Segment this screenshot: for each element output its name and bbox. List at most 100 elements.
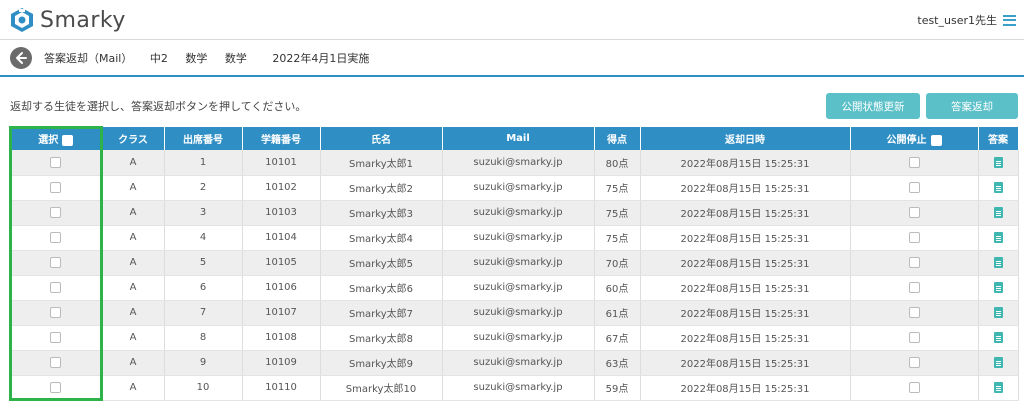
hide-checkbox[interactable] — [908, 381, 920, 393]
hide-cell — [850, 150, 979, 176]
header-returned: 返却日時 — [640, 127, 851, 150]
select-checkbox[interactable] — [50, 156, 62, 168]
hide-checkbox[interactable] — [908, 331, 920, 343]
subject-sub-label: 数学 — [224, 52, 247, 65]
table-row: A 1 10101 Smarky太郎1 suzuki@smarky.jp 80点 2022年… — [10, 150, 1019, 176]
select-checkbox[interactable] — [50, 281, 62, 293]
returned-cell: 2022年08月15日 15:25:31 — [640, 150, 851, 176]
update-status-button[interactable]: 公開状態更新 — [826, 93, 920, 119]
document-icon[interactable] — [993, 356, 1003, 368]
table-row: A 4 10104 Smarky太郎4 suzuki@smarky.jp 75点 2022年… — [10, 225, 1019, 251]
name-cell: Smarky太郎3 — [320, 200, 443, 226]
return-answers-button[interactable]: 答案返却 — [926, 93, 1018, 119]
attendance-cell: 5 — [164, 250, 243, 276]
student-id-cell: 10106 — [242, 275, 321, 301]
hamburger-icon[interactable] — [1003, 14, 1016, 26]
app-logo[interactable]: Smarky — [8, 6, 126, 34]
select-cell — [10, 250, 103, 276]
student-id-cell: 10110 — [242, 375, 321, 401]
document-icon[interactable] — [993, 231, 1003, 243]
select-checkbox[interactable] — [50, 381, 62, 393]
student-id-cell: 10103 — [242, 200, 321, 226]
mail-cell: suzuki@smarky.jp — [442, 350, 595, 376]
score-cell: 61点 — [594, 300, 641, 326]
hide-checkbox[interactable] — [908, 356, 920, 368]
document-icon[interactable] — [993, 306, 1003, 318]
student-id-cell: 10107 — [242, 300, 321, 326]
attendance-cell: 4 — [164, 225, 243, 251]
select-checkbox[interactable] — [50, 356, 62, 368]
class-cell: A — [102, 300, 165, 326]
hide-all-checkbox[interactable] — [930, 134, 942, 146]
header-class: クラス — [102, 127, 165, 150]
header-name: 氏名 — [320, 127, 443, 150]
document-icon[interactable] — [993, 331, 1003, 343]
select-checkbox[interactable] — [50, 256, 62, 268]
student-id-cell: 10108 — [242, 325, 321, 351]
attendance-cell: 1 — [164, 150, 243, 176]
table-row: A 7 10107 Smarky太郎7 suzuki@smarky.jp 61点 2022年… — [10, 300, 1019, 326]
name-cell: Smarky太郎10 — [320, 375, 443, 401]
select-cell — [10, 175, 103, 201]
header-answer: 答案 — [978, 127, 1019, 150]
hide-checkbox[interactable] — [908, 256, 920, 268]
user-menu[interactable]: test_user1先生 — [917, 12, 1016, 28]
class-cell: A — [102, 175, 165, 201]
select-checkbox[interactable] — [50, 306, 62, 318]
name-cell: Smarky太郎6 — [320, 275, 443, 301]
score-cell: 63点 — [594, 350, 641, 376]
returned-cell: 2022年08月15日 15:25:31 — [640, 325, 851, 351]
answer-cell — [978, 175, 1019, 201]
document-icon[interactable] — [993, 256, 1003, 268]
document-icon[interactable] — [993, 156, 1003, 168]
returned-cell: 2022年08月15日 15:25:31 — [640, 275, 851, 301]
header-mail: Mail — [442, 127, 595, 150]
table-row: A 2 10102 Smarky太郎2 suzuki@smarky.jp 75点 2022年… — [10, 175, 1019, 201]
answer-cell — [978, 225, 1019, 251]
back-button[interactable] — [10, 47, 32, 69]
hide-checkbox[interactable] — [908, 156, 920, 168]
select-checkbox[interactable] — [50, 181, 62, 193]
header-score: 得点 — [594, 127, 641, 150]
score-cell: 59点 — [594, 375, 641, 401]
score-cell: 60点 — [594, 275, 641, 301]
select-cell — [10, 225, 103, 251]
score-cell: 75点 — [594, 225, 641, 251]
select-cell — [10, 375, 103, 401]
select-checkbox[interactable] — [50, 206, 62, 218]
name-cell: Smarky太郎4 — [320, 225, 443, 251]
hide-checkbox[interactable] — [908, 281, 920, 293]
student-id-cell: 10104 — [242, 225, 321, 251]
select-cell — [10, 325, 103, 351]
class-cell: A — [102, 325, 165, 351]
select-checkbox[interactable] — [50, 331, 62, 343]
answer-cell — [978, 325, 1019, 351]
select-checkbox[interactable] — [50, 231, 62, 243]
subject-label: 数学 — [185, 52, 208, 65]
select-cell — [10, 350, 103, 376]
hide-cell — [850, 250, 979, 276]
name-cell: Smarky太郎8 — [320, 325, 443, 351]
hide-checkbox[interactable] — [908, 181, 920, 193]
top-bar: Smarky test_user1先生 — [0, 0, 1024, 40]
hide-checkbox[interactable] — [908, 206, 920, 218]
document-icon[interactable] — [993, 181, 1003, 193]
hide-checkbox[interactable] — [908, 306, 920, 318]
returned-cell: 2022年08月15日 15:25:31 — [640, 250, 851, 276]
breadcrumb: 答案返却（Mail） 中2 数学 数学 2022年4月1日実施 — [0, 41, 1024, 77]
select-cell — [10, 200, 103, 226]
header-select: 選択 — [10, 127, 103, 150]
document-icon[interactable] — [993, 381, 1003, 393]
hide-checkbox[interactable] — [908, 231, 920, 243]
document-icon[interactable] — [993, 281, 1003, 293]
mail-cell: suzuki@smarky.jp — [442, 325, 595, 351]
document-icon[interactable] — [993, 206, 1003, 218]
page-title: 答案返却（Mail） 中2 数学 数学 2022年4月1日実施 — [44, 50, 383, 66]
select-cell — [10, 300, 103, 326]
table-row: A 5 10105 Smarky太郎5 suzuki@smarky.jp 70点 2022年… — [10, 250, 1019, 276]
name-cell: Smarky太郎1 — [320, 150, 443, 176]
app-name: Smarky — [40, 7, 126, 33]
returned-cell: 2022年08月15日 15:25:31 — [640, 175, 851, 201]
select-all-checkbox[interactable] — [62, 134, 74, 146]
mail-cell: suzuki@smarky.jp — [442, 375, 595, 401]
